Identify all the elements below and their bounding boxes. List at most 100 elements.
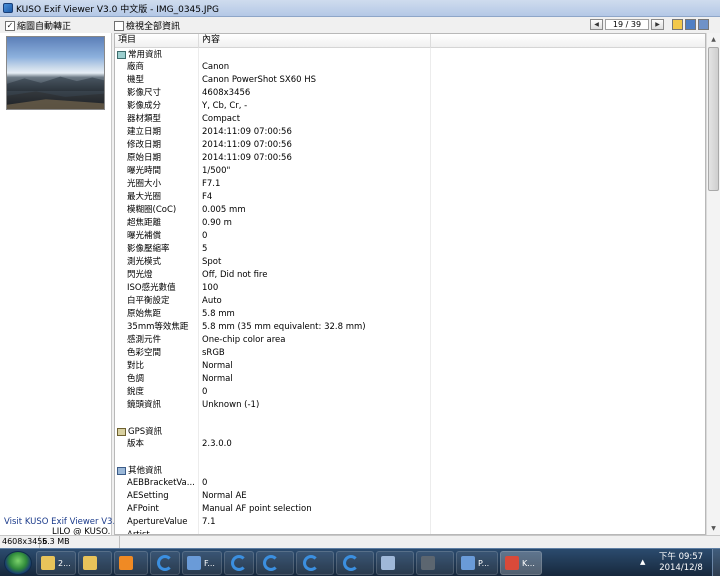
- taskbar-item[interactable]: [296, 551, 334, 575]
- row-name: 機型: [115, 74, 199, 87]
- table-row[interactable]: AEBBracketVa... 0: [115, 477, 705, 490]
- info-section-icon: [117, 50, 126, 59]
- row-value: 7.1: [199, 516, 431, 529]
- taskbar-item[interactable]: P...: [456, 551, 498, 575]
- media-player-icon: [119, 556, 133, 570]
- table-row[interactable]: 鏡頭資訊 Unknown (-1): [115, 399, 705, 412]
- image-counter: 19 / 39: [605, 19, 649, 30]
- save-icon[interactable]: [685, 19, 696, 30]
- table-row[interactable]: 銳度 0: [115, 386, 705, 399]
- tray-expand-icon[interactable]: ▲: [640, 558, 645, 566]
- image-thumbnail[interactable]: [6, 36, 105, 110]
- table-row[interactable]: 對比 Normal: [115, 360, 705, 373]
- table-row[interactable]: 超焦距離 0.90 m: [115, 217, 705, 230]
- scroll-down-icon[interactable]: ▼: [707, 522, 720, 535]
- table-row[interactable]: 模糊圈(CoC) 0.005 mm: [115, 204, 705, 217]
- table-row[interactable]: 曝光補償 0: [115, 230, 705, 243]
- show-all-checkbox[interactable]: 檢視全部資訊: [114, 19, 180, 32]
- title-bar[interactable]: KUSO Exif Viewer V3.0 中文版 - IMG_0345.JPG: [0, 0, 720, 17]
- table-row[interactable]: 器材類型 Compact: [115, 113, 705, 126]
- table-row[interactable]: 機型 Canon PowerShot SX60 HS: [115, 74, 705, 87]
- open-folder-icon[interactable]: [672, 19, 683, 30]
- row-value: 100: [199, 282, 431, 295]
- taskbar-item[interactable]: [150, 551, 180, 575]
- table-row[interactable]: 色彩空間 sRGB: [115, 347, 705, 360]
- section-header[interactable]: 其他資訊: [115, 464, 705, 477]
- table-row[interactable]: 感測元件 One-chip color area: [115, 334, 705, 347]
- table-row[interactable]: 測光模式 Spot: [115, 256, 705, 269]
- scrollbar-thumb[interactable]: [708, 47, 719, 191]
- table-row[interactable]: 影像尺寸 4608x3456: [115, 87, 705, 100]
- table-row[interactable]: 白平衡設定 Auto: [115, 295, 705, 308]
- table-row[interactable]: ISO感光數值 100: [115, 282, 705, 295]
- taskbar-item[interactable]: [224, 551, 254, 575]
- exif-rows: 常用資訊 廠商 Canon 機型 Canon PowerShot SX60 HS 影像尺寸…: [115, 48, 705, 534]
- section-header[interactable]: 常用資訊: [115, 48, 705, 61]
- row-name: 銳度: [115, 386, 199, 399]
- copy-icon[interactable]: [698, 19, 709, 30]
- taskbar-item[interactable]: [376, 551, 414, 575]
- table-row[interactable]: 修改日期 2014:11:09 07:00:56: [115, 139, 705, 152]
- auto-correct-checkbox[interactable]: ✓ 縮圖自動轉正: [5, 19, 71, 32]
- row-value: One-chip color area: [199, 334, 431, 347]
- row-value: Canon: [199, 61, 431, 74]
- row-name: 影像成分: [115, 100, 199, 113]
- table-row[interactable]: AFPoint Manual AF point selection: [115, 503, 705, 516]
- taskbar-item[interactable]: [336, 551, 374, 575]
- column-header-content[interactable]: 內容: [199, 34, 431, 48]
- row-name: [115, 412, 199, 425]
- prev-image-button[interactable]: ◀: [590, 19, 603, 30]
- table-row[interactable]: 廠商 Canon: [115, 61, 705, 74]
- toolbar: ✓ 縮圖自動轉正 檢視全部資訊 ◀ 19 / 39 ▶: [0, 17, 720, 33]
- taskbar-item[interactable]: [78, 551, 112, 575]
- blank-row[interactable]: [115, 412, 705, 425]
- table-row[interactable]: AESetting Normal AE: [115, 490, 705, 503]
- table-row[interactable]: 最大光圈 F4: [115, 191, 705, 204]
- table-row[interactable]: 建立日期 2014:11:09 07:00:56: [115, 126, 705, 139]
- table-row[interactable]: 35mm等效焦距 5.8 mm (35 mm equivalent: 32.8 m…: [115, 321, 705, 334]
- column-header-item[interactable]: 項目: [115, 34, 199, 48]
- table-row[interactable]: 影像成分 Y, Cb, Cr, -: [115, 100, 705, 113]
- taskbar-item-label: P...: [478, 558, 490, 568]
- vertical-scrollbar[interactable]: ▲ ▼: [706, 33, 720, 535]
- table-row[interactable]: 原始日期 2014:11:09 07:00:56: [115, 152, 705, 165]
- table-row[interactable]: 版本 2.3.0.0: [115, 438, 705, 451]
- row-value: [199, 412, 431, 425]
- row-name: AEBBracketVa...: [115, 477, 199, 490]
- taskbar-item[interactable]: [114, 551, 148, 575]
- start-button[interactable]: [4, 551, 32, 575]
- table-row[interactable]: 原始焦距 5.8 mm: [115, 308, 705, 321]
- table-row[interactable]: 影像壓縮率 5: [115, 243, 705, 256]
- table-row[interactable]: 光圈大小 F7.1: [115, 178, 705, 191]
- row-value: sRGB: [199, 347, 431, 360]
- row-value: 2.3.0.0: [199, 438, 431, 451]
- row-name: 影像尺寸: [115, 87, 199, 100]
- visit-link[interactable]: Visit KUSO Exif Viewer V3.0: [4, 517, 121, 527]
- row-name: 光圈大小: [115, 178, 199, 191]
- row-value: Compact: [199, 113, 431, 126]
- taskbar-item[interactable]: F...: [182, 551, 222, 575]
- row-name: 最大光圈: [115, 191, 199, 204]
- row-name: 超焦距離: [115, 217, 199, 230]
- taskbar-item[interactable]: [416, 551, 454, 575]
- table-row[interactable]: 曝光時間 1/500": [115, 165, 705, 178]
- table-row[interactable]: 閃光燈 Off, Did not fire: [115, 269, 705, 282]
- section-header[interactable]: GPS資訊: [115, 425, 705, 438]
- scroll-up-icon[interactable]: ▲: [707, 33, 720, 46]
- row-value: [199, 451, 431, 464]
- system-clock[interactable]: 下午 09:57 2014/12/8: [652, 552, 710, 574]
- taskbar-item[interactable]: [256, 551, 294, 575]
- table-row[interactable]: ApertureValue 7.1: [115, 516, 705, 529]
- show-desktop-button[interactable]: [712, 549, 720, 576]
- taskbar-item[interactable]: 2...: [36, 551, 76, 575]
- next-image-button[interactable]: ▶: [651, 19, 664, 30]
- row-value: Canon PowerShot SX60 HS: [199, 74, 431, 87]
- row-value: 5.8 mm (35 mm equivalent: 32.8 mm): [199, 321, 431, 334]
- exif-list[interactable]: 項目 內容 常用資訊 廠商 Canon 機型 Canon PowerShot SX60 …: [114, 33, 706, 535]
- row-name: ApertureValue: [115, 516, 199, 529]
- table-row[interactable]: 色調 Normal: [115, 373, 705, 386]
- taskbar-item[interactable]: K...: [500, 551, 542, 575]
- thumbnail-panel: [0, 33, 112, 535]
- blank-row[interactable]: [115, 451, 705, 464]
- row-name: 原始焦距: [115, 308, 199, 321]
